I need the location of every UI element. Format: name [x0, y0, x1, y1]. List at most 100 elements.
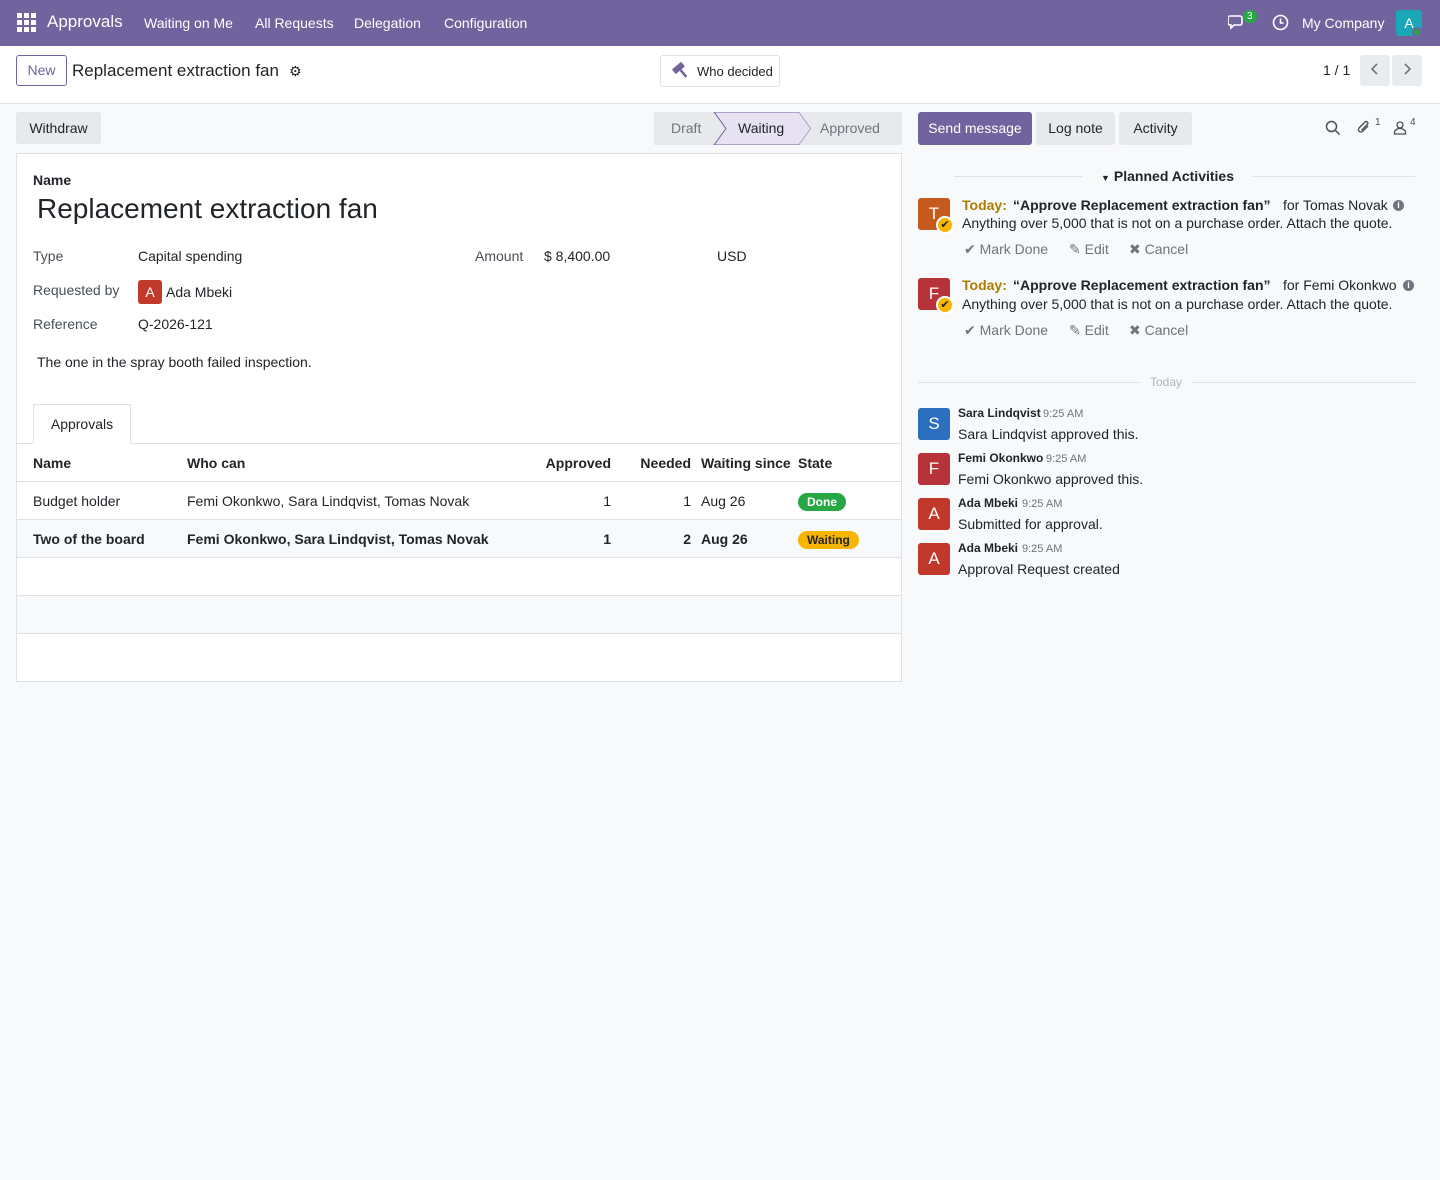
name-label: Name — [33, 172, 72, 188]
col-who-can[interactable]: Who can — [187, 444, 245, 482]
withdraw-button[interactable]: Withdraw — [16, 112, 101, 144]
col-name[interactable]: Name — [33, 444, 71, 482]
reference-label: Reference — [33, 316, 98, 332]
paperclip-icon[interactable] — [1356, 119, 1372, 136]
stage-approved[interactable]: Approved — [820, 112, 880, 145]
message-avatar[interactable]: F — [918, 453, 950, 485]
breadcrumb-record-title: Replacement extraction fan — [72, 61, 279, 80]
message-body: Femi Okonkwo approved this. — [958, 471, 1144, 487]
planned-activities-toggle[interactable]: ▼ Planned Activities — [1101, 168, 1234, 184]
caret-down-icon: ▼ — [1101, 173, 1110, 183]
activity-assignee: for Femi Okonkwo — [1283, 277, 1397, 293]
amount-label: Amount — [475, 248, 524, 264]
activity-button[interactable]: Activity — [1119, 112, 1192, 145]
name-field[interactable]: Replacement extraction fan — [37, 193, 378, 225]
who-decided-button[interactable]: Who decided — [660, 55, 780, 87]
type-label: Type — [33, 248, 64, 264]
description-field[interactable]: The one in the spray booth failed inspec… — [37, 354, 312, 370]
gavel-icon — [672, 62, 688, 78]
chat-count-badge: 3 — [1243, 10, 1257, 23]
message-time: 9:25 AM — [1022, 543, 1063, 555]
activity-title: “Approve Replacement extraction fan” — [1013, 277, 1271, 293]
message-avatar[interactable]: A — [918, 498, 950, 530]
message-author[interactable]: Ada Mbeki — [958, 541, 1018, 555]
search-icon[interactable] — [1325, 120, 1341, 136]
new-button[interactable]: New — [16, 55, 67, 86]
message-author[interactable]: Sara Lindqvist — [958, 406, 1041, 420]
table-header: Name Who can Approved Needed Waiting sin… — [17, 444, 901, 482]
message-body: Submitted for approval. — [958, 516, 1103, 532]
table-row[interactable]: Two of the board Femi Okonkwo, Sara Lind… — [17, 520, 901, 558]
col-state[interactable]: State — [798, 444, 832, 482]
apps-grid-icon[interactable] — [17, 13, 36, 32]
reference-field[interactable]: Q-2026-121 — [138, 316, 213, 332]
menu-waiting-on-me[interactable]: Waiting on Me — [144, 15, 233, 31]
tab-approvals[interactable]: Approvals — [33, 404, 131, 444]
message-time: 9:25 AM — [1022, 498, 1063, 510]
date-separator: Today — [1150, 375, 1183, 389]
table-row[interactable]: Budget holder Femi Okonkwo, Sara Lindqvi… — [17, 482, 901, 520]
gear-icon[interactable]: ⚙ — [289, 63, 302, 80]
menu-delegation[interactable]: Delegation — [354, 15, 421, 31]
requested-by-label: Requested by — [33, 282, 120, 298]
cancel-button[interactable]: ✖ Cancel — [1129, 241, 1188, 258]
send-message-button[interactable]: Send message — [918, 112, 1032, 145]
menu-configuration[interactable]: Configuration — [444, 15, 527, 31]
clock-icon[interactable] — [1272, 14, 1289, 31]
col-waiting-since[interactable]: Waiting since — [701, 444, 791, 482]
activity-note: Anything over 5,000 that is not on a pur… — [962, 296, 1393, 312]
message-body: Approval Request created — [958, 561, 1120, 577]
info-icon[interactable]: i — [1403, 280, 1414, 291]
info-icon[interactable]: i — [1393, 200, 1404, 211]
message-avatar[interactable]: S — [918, 408, 950, 440]
chevron-right-icon — [1404, 63, 1412, 75]
message-time: 9:25 AM — [1046, 453, 1087, 465]
check-icon: ✔ — [964, 322, 980, 338]
row-waiting-since: Aug 26 — [701, 531, 748, 547]
pager-value[interactable]: 1 / 1 — [1323, 62, 1350, 78]
message-author[interactable]: Femi Okonkwo — [958, 451, 1043, 465]
currency-field[interactable]: USD — [717, 248, 747, 264]
planned-divider-right — [1253, 176, 1415, 177]
pager-previous-button[interactable] — [1360, 55, 1390, 86]
chevron-left-icon — [1370, 63, 1378, 75]
stage-draft[interactable]: Draft — [671, 112, 701, 145]
date-separator-right — [1192, 382, 1416, 383]
message-avatar[interactable]: A — [918, 543, 950, 575]
top-navbar: Approvals Waiting on Me All Requests Del… — [0, 0, 1440, 46]
log-note-button[interactable]: Log note — [1036, 112, 1115, 145]
who-decided-label: Who decided — [697, 63, 773, 79]
amount-field[interactable]: $ 8,400.00 — [544, 248, 610, 264]
app-name[interactable]: Approvals — [47, 12, 123, 32]
col-approved[interactable]: Approved — [537, 444, 611, 482]
cancel-button[interactable]: ✖ Cancel — [1129, 322, 1188, 339]
pencil-icon: ✎ — [1069, 241, 1085, 257]
type-field[interactable]: Capital spending — [138, 248, 242, 264]
row-approved: 1 — [603, 493, 611, 509]
edit-button[interactable]: ✎ Edit — [1069, 241, 1109, 258]
message-author[interactable]: Ada Mbeki — [958, 496, 1018, 510]
followers-icon[interactable] — [1393, 120, 1407, 135]
stage-waiting[interactable]: Waiting — [738, 112, 784, 145]
row-waiting-since: Aug 26 — [701, 493, 746, 509]
edit-button[interactable]: ✎ Edit — [1069, 322, 1109, 339]
empty-row — [17, 596, 901, 634]
form-sheet: Name Replacement extraction fan Type Cap… — [16, 153, 902, 682]
row-who-can: Femi Okonkwo, Sara Lindqvist, Tomas Nova… — [187, 493, 470, 509]
pager-next-button[interactable] — [1392, 55, 1422, 86]
check-icon: ✔ — [936, 296, 954, 314]
check-icon: ✔ — [936, 216, 954, 234]
company-switcher[interactable]: My Company — [1302, 15, 1384, 31]
attachments-count: 1 — [1375, 117, 1381, 128]
row-needed: 2 — [683, 531, 691, 547]
planned-divider-left — [954, 176, 1082, 177]
activity-assignee: for Tomas Novak — [1283, 197, 1388, 213]
mark-done-button[interactable]: ✔ Mark Done — [964, 241, 1048, 258]
col-needed[interactable]: Needed — [627, 444, 691, 482]
requested-by-field[interactable]: Ada Mbeki — [166, 284, 232, 300]
row-name: Two of the board — [33, 531, 145, 547]
mark-done-button[interactable]: ✔ Mark Done — [964, 322, 1048, 339]
activity-due-label: Today: — [962, 277, 1007, 293]
menu-all-requests[interactable]: All Requests — [255, 15, 334, 31]
close-icon: ✖ — [1129, 322, 1145, 338]
